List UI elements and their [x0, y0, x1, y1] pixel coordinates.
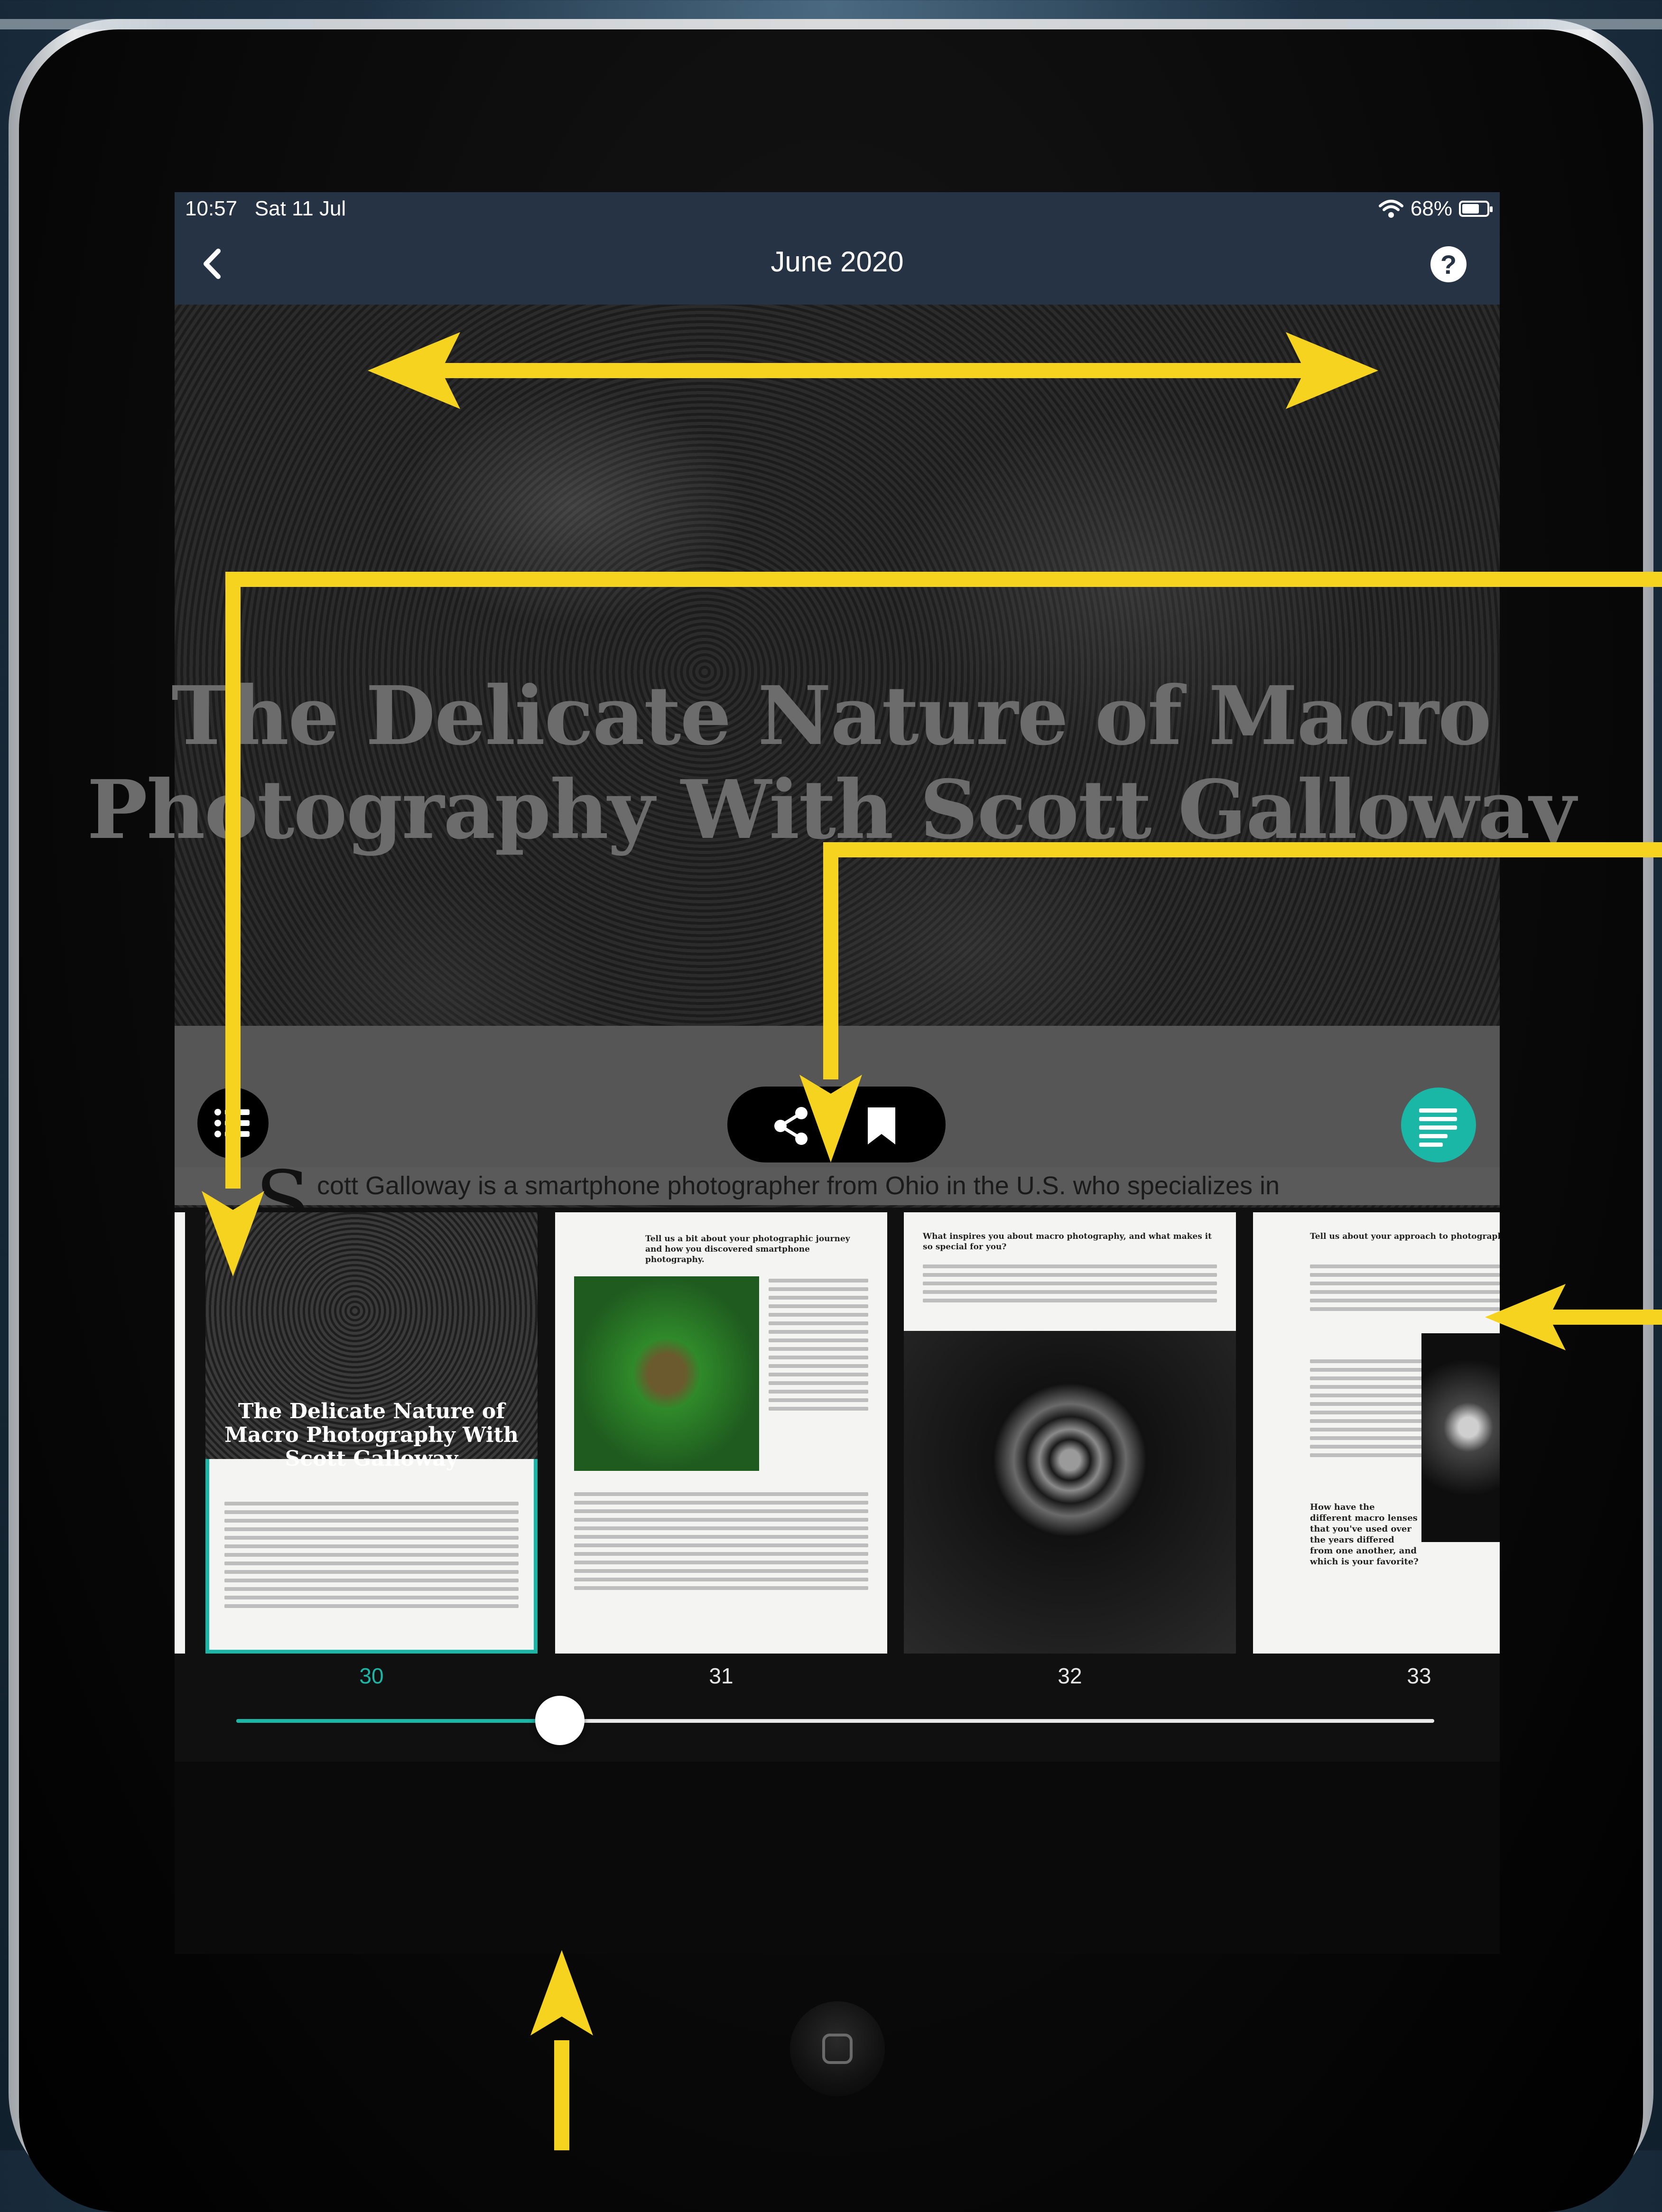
battery-percent: 68% — [1410, 197, 1452, 220]
thumbnail-text-lines — [224, 1497, 519, 1613]
text-view-icon — [1419, 1108, 1457, 1147]
table-of-contents-button[interactable] — [197, 1087, 269, 1159]
wifi-icon — [1378, 200, 1403, 218]
thumbnail-image — [1421, 1333, 1500, 1542]
page-thumbnail[interactable]: The Delicate Nature of Macro Photography… — [205, 1212, 538, 1654]
page-slider-knob[interactable] — [535, 1696, 585, 1745]
page-number: 32 — [1058, 1664, 1082, 1688]
thumbnail-heading: Tell us a bit about your photographic jo… — [645, 1234, 850, 1264]
thumbnail-text-lines — [769, 1274, 868, 1415]
page-number: 30 — [359, 1664, 384, 1688]
article-title: The Delicate Nature of Macro Photography… — [87, 669, 1576, 857]
battery-icon — [1459, 201, 1493, 217]
bezel-glint-left — [0, 19, 313, 29]
thumbnail-subheading: How have the different macro lenses that… — [1310, 1502, 1419, 1567]
page-number: 33 — [1407, 1664, 1431, 1688]
thumbnail-title: The Delicate Nature of Macro Photography… — [224, 1399, 519, 1471]
help-icon[interactable]: ? — [1430, 246, 1467, 282]
article-body-preview: S cott Galloway is a smartphone photogra… — [175, 1161, 1500, 1241]
thumbnail-heading: Tell us about your approach to photograp… — [1310, 1232, 1500, 1241]
status-time: 10:57 Sat 11 Jul — [185, 197, 346, 220]
article-first-line: cott Galloway is a smartphone photograph… — [317, 1171, 1280, 1200]
page-number: 31 — [709, 1664, 734, 1688]
list-icon — [214, 1109, 250, 1137]
bookmark-icon[interactable] — [865, 1106, 898, 1146]
home-button-icon — [822, 2034, 853, 2064]
page-slider-progress — [236, 1719, 560, 1723]
page-thumbnail[interactable]: Tell us a bit about your photographic jo… — [555, 1212, 887, 1654]
thumbnail-text-lines — [923, 1260, 1217, 1307]
page-thumbnail-previous-edge — [175, 1212, 185, 1654]
status-right: 68% — [1378, 197, 1493, 221]
page-thumbnail[interactable]: What inspires you about macro photograph… — [904, 1212, 1236, 1654]
thumbnail-text-lines — [1310, 1260, 1500, 1316]
issue-title: June 2020 — [771, 246, 904, 278]
thumbnail-text-lines — [574, 1487, 868, 1595]
share-bookmark-pill — [727, 1087, 946, 1162]
home-button[interactable] — [790, 2001, 885, 2096]
nav-bar: June 2020 ? — [175, 225, 1500, 305]
text-view-button[interactable] — [1401, 1087, 1476, 1162]
page-slider[interactable] — [236, 1719, 1434, 1723]
page-thumbnail[interactable]: Tell us about your approach to photograp… — [1253, 1212, 1500, 1654]
thumbnail-text-lines — [1310, 1355, 1424, 1462]
thumbnail-image — [574, 1276, 759, 1471]
thumbnail-image — [904, 1331, 1236, 1654]
bezel-glint-right — [1347, 19, 1662, 29]
status-bar: 10:57 Sat 11 Jul 68% — [175, 192, 1500, 225]
share-icon[interactable] — [770, 1105, 813, 1147]
thumbnail-heading: What inspires you about macro photograph… — [923, 1232, 1212, 1252]
